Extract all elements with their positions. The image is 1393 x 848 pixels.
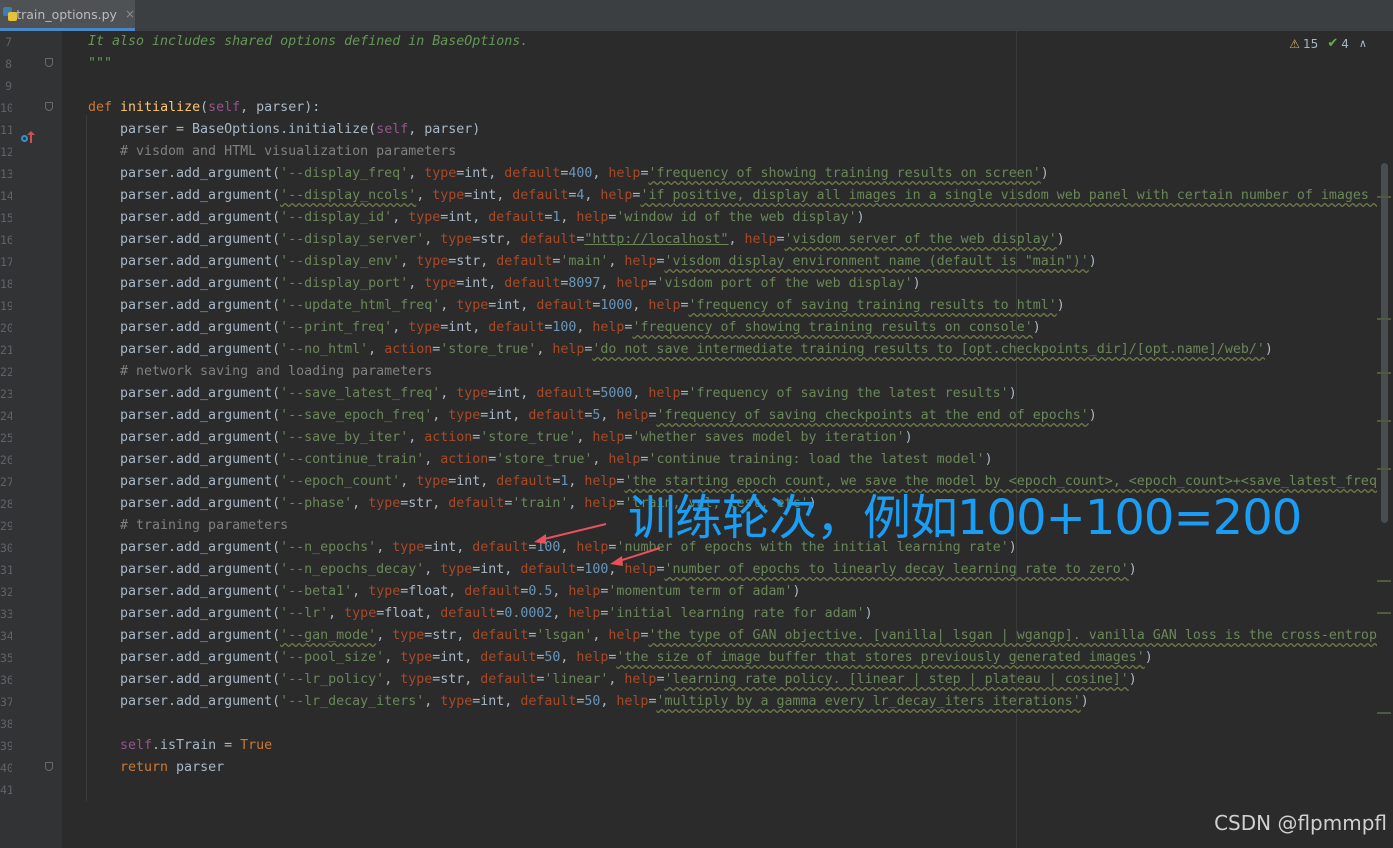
inspection-widget[interactable]: ⚠ 15 ✔ 4 ∧ ∨ [1289, 36, 1385, 51]
line-number: 13 [0, 167, 12, 181]
fold-icon[interactable] [45, 102, 53, 111]
code-line-33: parser.add_argument('--lr', type=float, … [120, 606, 873, 621]
line-number: 23 [0, 387, 12, 401]
line-number: 39 [0, 739, 12, 753]
warning-marker[interactable] [1377, 580, 1391, 582]
code-line-24: parser.add_argument('--save_epoch_freq',… [120, 408, 1097, 423]
code-line-26: parser.add_argument('--continue_train', … [120, 452, 993, 467]
warning-marker[interactable] [1377, 196, 1391, 198]
line-number-gutter: 7 8 9 10 11 12 13 14 15 16 17 18 19 20 21 22 23 24 25 26 27 2… [0, 31, 62, 848]
code-line-23: parser.add_argument('--save_latest_freq'… [120, 386, 1017, 401]
line-number: 8 [5, 57, 12, 71]
chevron-up-icon[interactable]: ∧ [1359, 37, 1367, 50]
code-line-15: parser.add_argument('--display_id', type… [120, 210, 865, 225]
code-line-13: parser.add_argument('--display_freq', ty… [120, 166, 1049, 181]
line-number: 31 [0, 563, 12, 577]
indent-guide [86, 115, 87, 801]
line-number: 36 [0, 673, 12, 687]
line-number: 20 [0, 321, 12, 335]
annotation-text: 训练轮次，例如100+100=200 [628, 490, 1302, 546]
line-number: 29 [0, 519, 12, 533]
code-line-34: parser.add_argument('--gan_mode', type=s… [120, 628, 1377, 643]
line-number: 35 [0, 651, 12, 665]
line-number: 7 [5, 35, 12, 49]
warning-marker[interactable] [1377, 712, 1391, 714]
override-method-icon[interactable] [21, 131, 35, 145]
typo-count: 4 [1341, 36, 1349, 51]
code-line-37: parser.add_argument('--lr_decay_iters', … [120, 694, 1089, 709]
line-number: 11 [0, 123, 12, 137]
warning-icon: ⚠ [1289, 36, 1301, 51]
code-line-18: parser.add_argument('--display_port', ty… [120, 276, 921, 291]
code-line-11: parser = BaseOptions.initialize(self, pa… [120, 122, 481, 137]
code-line-32: parser.add_argument('--beta1', type=floa… [120, 584, 801, 599]
code-line-39: self.isTrain = True [120, 738, 273, 753]
line-number: 12 [0, 145, 12, 159]
code-line-35: parser.add_argument('--pool_size', type=… [120, 650, 1153, 665]
line-number: 18 [0, 277, 12, 291]
line-number: 22 [0, 365, 12, 379]
code-line-16: parser.add_argument('--display_server', … [120, 232, 1065, 247]
code-line-20: parser.add_argument('--print_freq', type… [120, 320, 1041, 335]
line-number: 33 [0, 607, 12, 621]
warning-marker[interactable] [1377, 612, 1391, 614]
line-number: 28 [0, 497, 12, 511]
python-file-icon [3, 7, 17, 21]
line-number: 15 [0, 211, 12, 225]
tab-label: train_options.py [16, 6, 117, 22]
fold-icon[interactable] [45, 58, 53, 67]
line-number: 16 [0, 233, 12, 247]
line-number: 38 [0, 717, 12, 731]
warning-count: 15 [1303, 36, 1319, 51]
code-line-40: return parser [120, 760, 225, 775]
warning-marker[interactable] [1377, 468, 1391, 470]
watermark: CSDN @flpmmpfl [1214, 811, 1387, 835]
line-number: 26 [0, 453, 12, 467]
line-number: 21 [0, 343, 12, 357]
line-number: 9 [5, 79, 12, 93]
code-line-29: # training parameters [120, 518, 289, 533]
code-line-10: def initialize(self, parser): [88, 100, 321, 115]
code-line-25: parser.add_argument('--save_by_iter', ac… [120, 430, 913, 445]
line-number: 24 [0, 409, 12, 423]
fold-icon[interactable] [45, 762, 53, 771]
code-line-12: # visdom and HTML visualization paramete… [120, 144, 457, 159]
line-number: 40 [0, 761, 12, 775]
warning-marker[interactable] [1377, 420, 1391, 422]
warning-marker[interactable] [1377, 372, 1391, 374]
line-number: 37 [0, 695, 12, 709]
line-number: 41 [0, 783, 12, 797]
line-number: 19 [0, 299, 12, 313]
line-number: 17 [0, 255, 12, 269]
right-margin-guide [1016, 31, 1017, 848]
line-number: 34 [0, 629, 12, 643]
line-number: 10 [0, 101, 12, 115]
code-editor[interactable]: It also includes shared options defined … [62, 31, 1377, 848]
line-number: 14 [0, 189, 12, 203]
code-line-22: # network saving and loading parameters [120, 364, 433, 379]
code-line-14: parser.add_argument('--display_ncols', t… [120, 188, 1377, 203]
code-line-7: It also includes shared options defined … [88, 34, 529, 49]
line-number: 27 [0, 475, 12, 489]
code-line-8: """ [88, 56, 113, 71]
code-line-17: parser.add_argument('--display_env', typ… [120, 254, 1097, 269]
line-number: 30 [0, 541, 12, 555]
typo-check-icon: ✔ [1327, 36, 1339, 51]
editor-tab-bar: train_options.py × [0, 0, 1393, 32]
close-icon[interactable]: × [125, 7, 135, 21]
line-number: 25 [0, 431, 12, 445]
code-line-36: parser.add_argument('--lr_policy', type=… [120, 672, 1137, 687]
code-line-21: parser.add_argument('--no_html', action=… [120, 342, 1273, 357]
code-line-31: parser.add_argument('--n_epochs_decay', … [120, 562, 1137, 577]
line-number: 32 [0, 585, 12, 599]
warning-marker[interactable] [1377, 318, 1391, 320]
code-line-19: parser.add_argument('--update_html_freq'… [120, 298, 1065, 313]
tab-train-options[interactable]: train_options.py × [0, 0, 135, 31]
